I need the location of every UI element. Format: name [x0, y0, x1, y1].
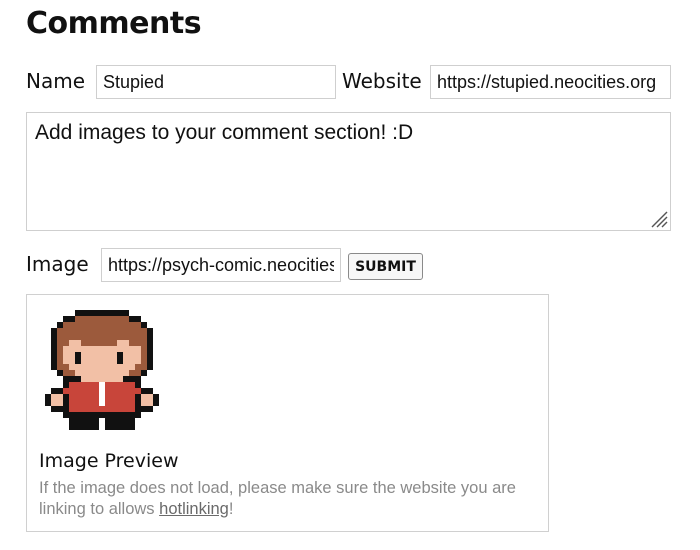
name-input[interactable]: [96, 65, 336, 99]
hotlinking-note-end: !: [228, 500, 234, 518]
comment-textarea[interactable]: Add images to your comment section! :D: [26, 112, 671, 231]
name-label: Name: [26, 69, 86, 93]
hotlinking-note-text: If the image does not load, please make …: [39, 479, 516, 518]
comments-title: Comments: [26, 6, 202, 41]
image-preview-title: Image Preview: [39, 450, 179, 472]
resize-handle-icon[interactable]: [648, 208, 668, 228]
website-input[interactable]: [430, 65, 671, 99]
website-label: Website: [342, 69, 422, 93]
hotlinking-note: If the image does not load, please make …: [39, 478, 539, 520]
hotlinking-link[interactable]: hotlinking: [159, 500, 229, 518]
image-url-input[interactable]: [101, 248, 341, 282]
image-preview-panel: Image Preview If the image does not load…: [26, 294, 549, 532]
image-label: Image: [26, 252, 89, 276]
pixel-character-image: [45, 310, 160, 431]
submit-button[interactable]: SUBMIT: [348, 253, 423, 280]
